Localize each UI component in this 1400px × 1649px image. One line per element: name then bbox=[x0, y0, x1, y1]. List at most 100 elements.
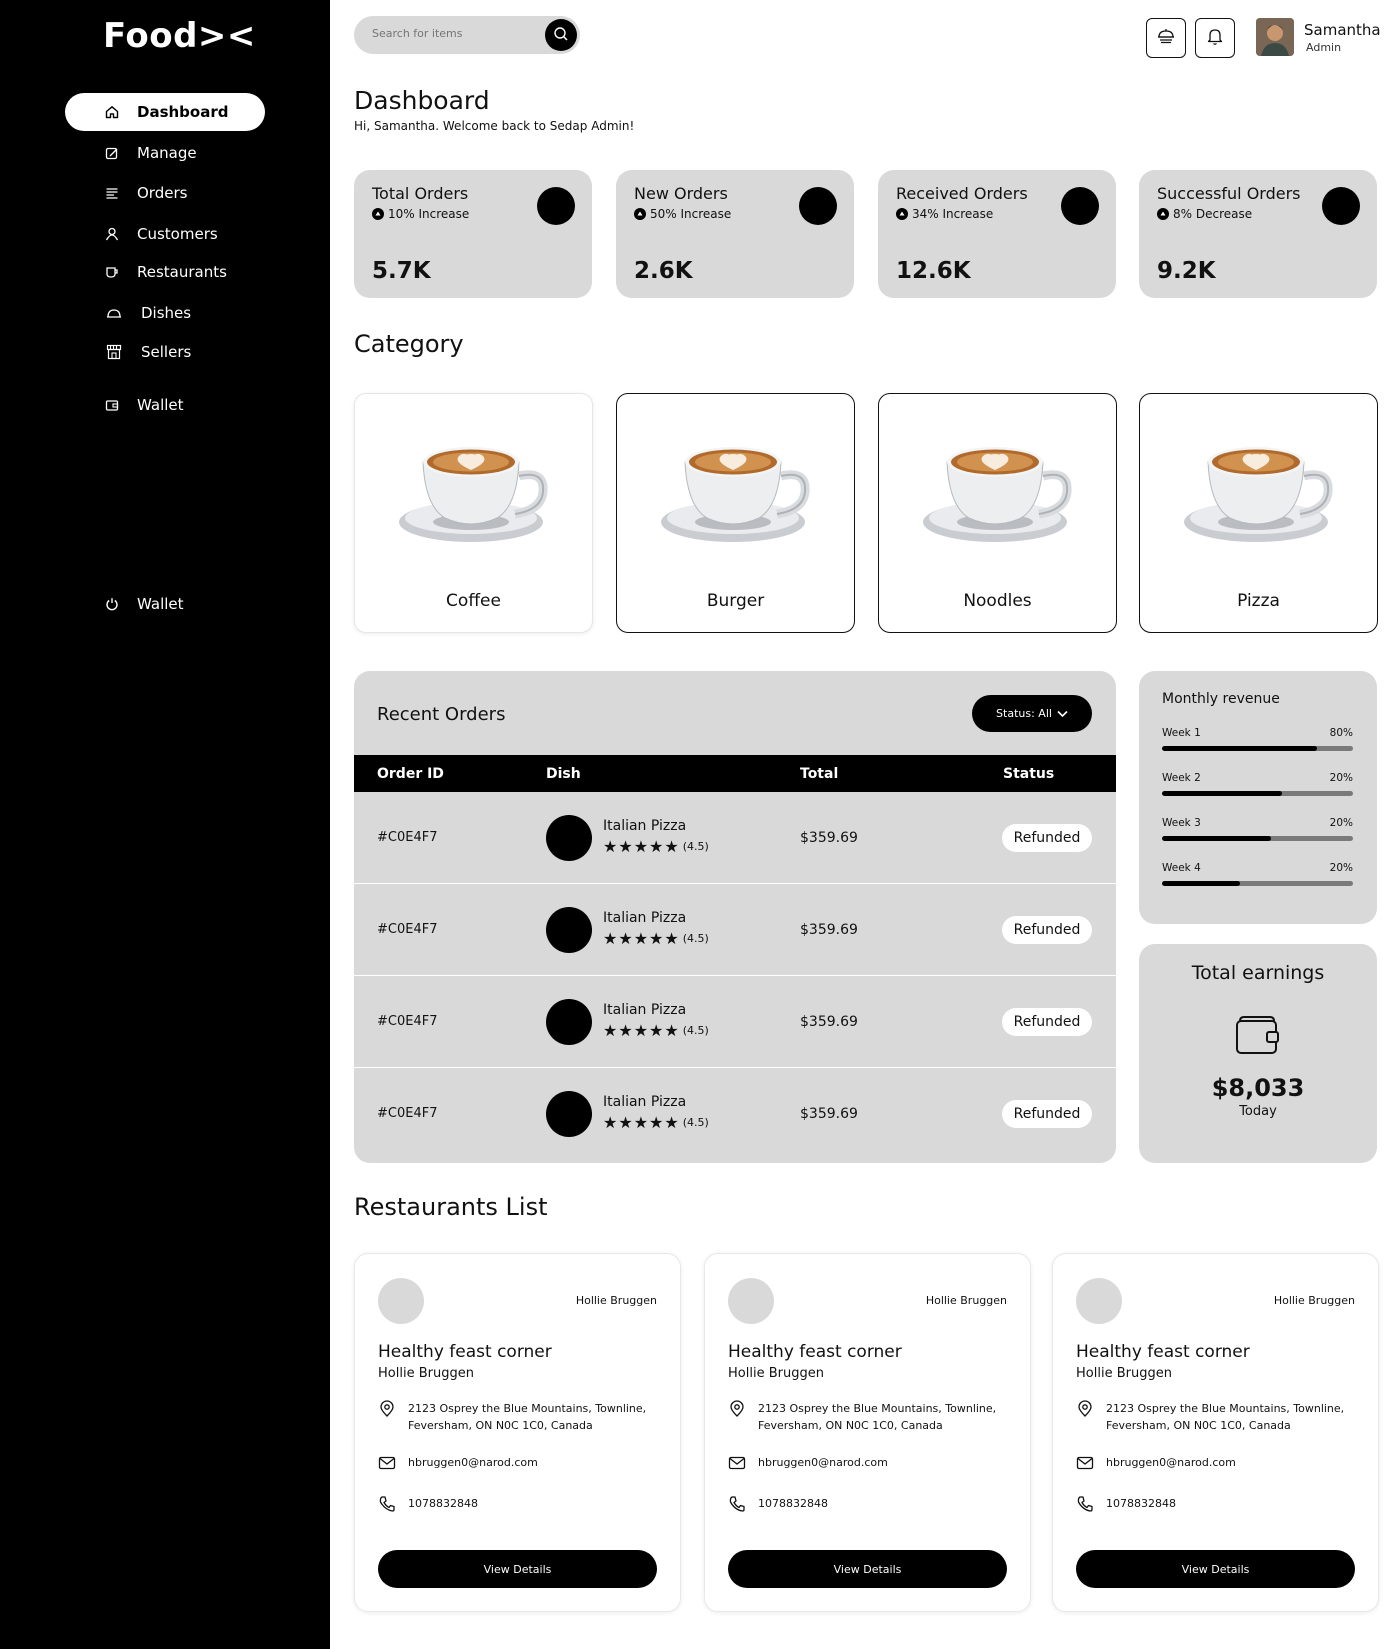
monthly-revenue-panel: Monthly revenue Week 1 80% Week 2 20% We… bbox=[1139, 671, 1377, 924]
app-logo: Food>< bbox=[103, 16, 256, 56]
column-header: Status bbox=[1003, 766, 1055, 782]
sidebar-item-dishes[interactable]: Dishes bbox=[65, 294, 265, 332]
sidebar-item-restaurants[interactable]: Restaurants bbox=[65, 253, 265, 291]
table-row[interactable]: #C0E4F7 Italian Pizza ★★★★★ (4.5) $359.69… bbox=[354, 792, 1116, 884]
trend-icon bbox=[634, 208, 646, 220]
stat-label: Successful Orders bbox=[1157, 184, 1301, 203]
recent-orders-title: Recent Orders bbox=[377, 704, 506, 725]
email-text: hbruggen0@narod.com bbox=[1106, 1456, 1236, 1469]
sidebar-item-orders[interactable]: Orders bbox=[65, 174, 265, 212]
stat-card-successful-orders: Successful Orders 8% Decrease 9.2K bbox=[1139, 170, 1377, 298]
user-name[interactable]: Samantha bbox=[1304, 21, 1381, 39]
restaurant-email[interactable]: hbruggen0@narod.com bbox=[728, 1454, 888, 1472]
stat-change: 10% Increase bbox=[372, 207, 469, 221]
restaurant-address: 2123 Osprey the Blue Mountains, Townline… bbox=[728, 1400, 996, 1434]
coffee-cup-image bbox=[397, 434, 552, 549]
star-rating: ★★★★★ (4.5) bbox=[603, 1113, 709, 1132]
category-card-pizza[interactable]: Pizza bbox=[1139, 393, 1378, 633]
order-id: #C0E4F7 bbox=[377, 1014, 438, 1029]
list-icon bbox=[103, 184, 121, 202]
dish-image bbox=[546, 815, 592, 861]
stat-value: 12.6K bbox=[896, 258, 971, 284]
restaurant-address: 2123 Osprey the Blue Mountains, Townline… bbox=[378, 1400, 646, 1434]
restaurant-avatar bbox=[728, 1278, 774, 1324]
sidebar-item-manage[interactable]: Manage bbox=[65, 134, 265, 172]
restaurant-email[interactable]: hbruggen0@narod.com bbox=[1076, 1454, 1236, 1472]
progress-bar bbox=[1162, 836, 1353, 841]
chevron-down-icon bbox=[1057, 710, 1068, 718]
week-label: Week 3 bbox=[1162, 817, 1201, 829]
view-details-button[interactable]: View Details bbox=[1076, 1550, 1355, 1588]
restaurant-phone[interactable]: 1078832848 bbox=[728, 1495, 828, 1513]
restaurant-phone[interactable]: 1078832848 bbox=[1076, 1495, 1176, 1513]
address-line: 2123 Osprey the Blue Mountains, Townline… bbox=[1106, 1402, 1345, 1415]
view-details-button[interactable]: View Details bbox=[378, 1550, 657, 1588]
progress-bar bbox=[1162, 881, 1353, 886]
status-badge: Refunded bbox=[1002, 1100, 1092, 1128]
table-row[interactable]: #C0E4F7 Italian Pizza ★★★★★ (4.5) $359.69… bbox=[354, 976, 1116, 1068]
category-card-noodles[interactable]: Noodles bbox=[878, 393, 1117, 633]
restaurant-name: Healthy feast corner bbox=[378, 1342, 552, 1362]
category-title: Category bbox=[354, 330, 464, 358]
progress-bar bbox=[1162, 791, 1353, 796]
week-percent: 20% bbox=[1329, 772, 1353, 784]
restaurant-owner-tag: Hollie Bruggen bbox=[1273, 1294, 1355, 1307]
trend-icon bbox=[372, 208, 384, 220]
user-icon bbox=[103, 225, 121, 243]
email-text: hbruggen0@narod.com bbox=[408, 1456, 538, 1469]
cloche-icon bbox=[105, 304, 123, 322]
sidebar-item-label: Customers bbox=[137, 225, 218, 243]
sidebar-item-wallet-bottom[interactable]: Wallet bbox=[65, 585, 265, 623]
notifications-button[interactable] bbox=[1195, 18, 1235, 58]
table-header: Order ID Dish Total Status bbox=[354, 755, 1116, 792]
sidebar-item-dashboard[interactable]: Dashboard bbox=[65, 93, 265, 131]
store-icon bbox=[105, 343, 123, 361]
search-input[interactable] bbox=[372, 27, 532, 40]
restaurant-card: Hollie Bruggen Healthy feast corner Holl… bbox=[354, 1253, 681, 1612]
sidebar-item-customers[interactable]: Customers bbox=[65, 215, 265, 253]
restaurant-avatar bbox=[1076, 1278, 1122, 1324]
recent-orders-panel: Recent Orders Status: All Order ID Dish … bbox=[354, 671, 1116, 1163]
stat-value: 5.7K bbox=[372, 258, 431, 284]
address-line: Feversham, ON N0C 1C0, Canada bbox=[758, 1419, 943, 1432]
home-icon bbox=[103, 103, 121, 121]
progress-fill bbox=[1162, 836, 1271, 841]
search-bar bbox=[354, 16, 580, 54]
rating-value: (4.5) bbox=[682, 1116, 709, 1129]
restaurant-card: Hollie Bruggen Healthy feast corner Holl… bbox=[1052, 1253, 1379, 1612]
address-line: Feversham, ON N0C 1C0, Canada bbox=[408, 1419, 593, 1432]
coffee-cup-image bbox=[659, 434, 814, 549]
restaurant-owner: Hollie Bruggen bbox=[378, 1366, 474, 1381]
column-header: Dish bbox=[546, 766, 581, 782]
sidebar-item-wallet[interactable]: Wallet bbox=[65, 386, 265, 424]
avatar[interactable] bbox=[1256, 18, 1294, 56]
table-row[interactable]: #C0E4F7 Italian Pizza ★★★★★ (4.5) $359.69… bbox=[354, 1068, 1116, 1160]
status-filter-dropdown[interactable]: Status: All bbox=[972, 695, 1092, 732]
progress-fill bbox=[1162, 881, 1241, 886]
column-header: Total bbox=[800, 766, 839, 782]
star-rating: ★★★★★ (4.5) bbox=[603, 1021, 709, 1040]
orders-button[interactable] bbox=[1146, 18, 1186, 58]
restaurant-email[interactable]: hbruggen0@narod.com bbox=[378, 1454, 538, 1472]
view-details-button[interactable]: View Details bbox=[728, 1550, 1007, 1588]
mail-icon bbox=[378, 1456, 396, 1470]
order-total: $359.69 bbox=[800, 922, 858, 938]
dish-image bbox=[546, 1091, 592, 1137]
phone-text: 1078832848 bbox=[1106, 1497, 1176, 1510]
sidebar-item-label: Wallet bbox=[137, 595, 184, 613]
mail-icon bbox=[728, 1456, 746, 1470]
progress-fill bbox=[1162, 791, 1283, 796]
rating-value: (4.5) bbox=[682, 1024, 709, 1037]
page-subtitle: Hi, Samantha. Welcome back to Sedap Admi… bbox=[354, 119, 635, 133]
table-row[interactable]: #C0E4F7 Italian Pizza ★★★★★ (4.5) $359.69… bbox=[354, 884, 1116, 976]
trend-icon bbox=[1157, 208, 1169, 220]
search-button[interactable] bbox=[545, 19, 577, 51]
sidebar-item-label: Sellers bbox=[141, 343, 192, 361]
category-card-burger[interactable]: Burger bbox=[616, 393, 855, 633]
category-card-coffee[interactable]: Coffee bbox=[354, 393, 593, 633]
earnings-period: Today bbox=[1239, 1104, 1277, 1119]
sidebar-item-sellers[interactable]: Sellers bbox=[65, 333, 265, 371]
dish-name: Italian Pizza bbox=[603, 818, 687, 834]
restaurant-phone[interactable]: 1078832848 bbox=[378, 1495, 478, 1513]
phone-icon bbox=[729, 1496, 745, 1512]
